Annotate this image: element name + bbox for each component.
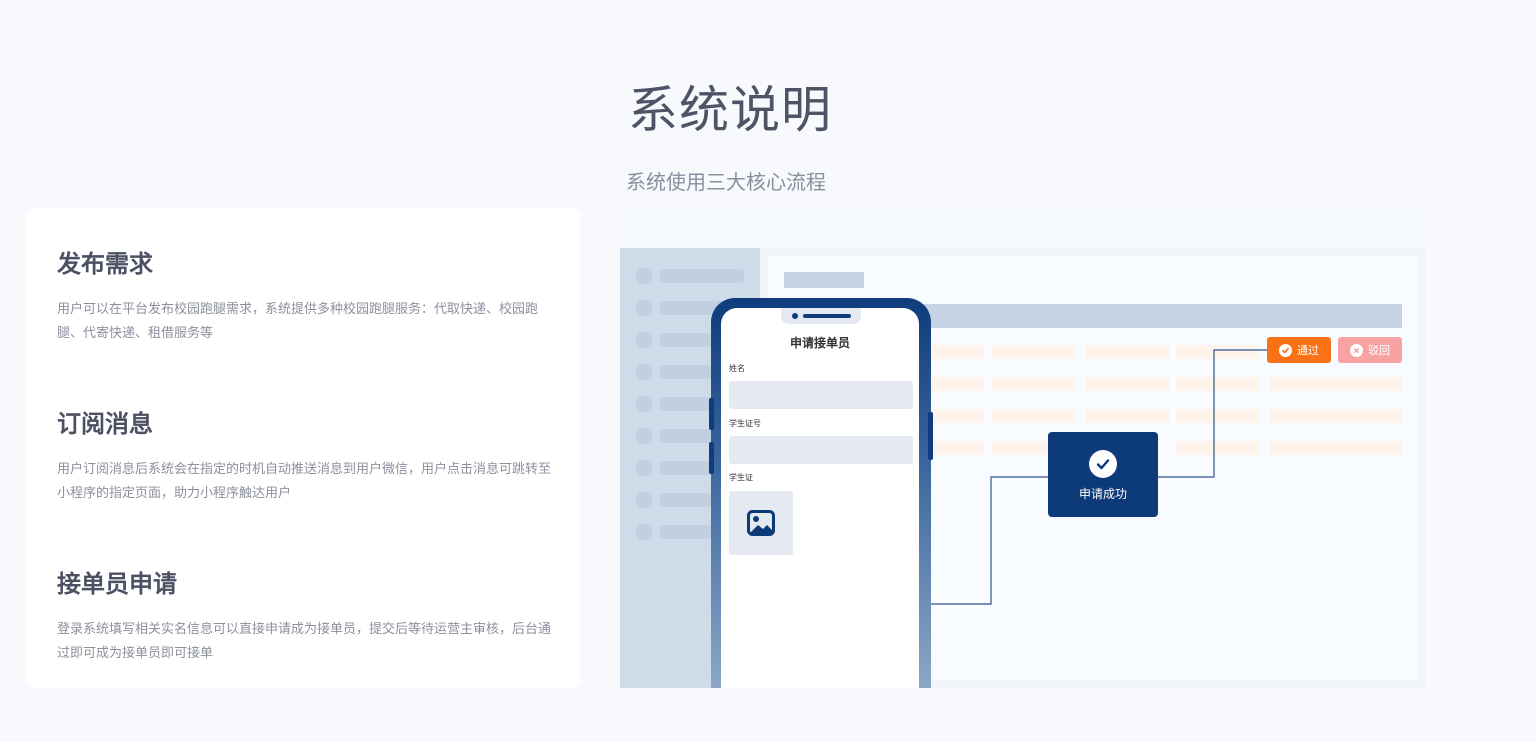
feature-description: 登录系统填写相关实名信息可以直接申请成为接单员，提交后等待运营主审核，后台通过即… [57, 621, 552, 660]
name-input[interactable] [729, 381, 913, 409]
reject-label: 驳回 [1368, 345, 1390, 357]
process-illustration: 通过 驳回 申请成功 申请接单员 姓名 学生证号 学生证 [620, 208, 1426, 688]
approve-label: 通过 [1297, 345, 1319, 357]
feature-title: 接单员申请 [57, 571, 177, 598]
page: 系统说明 系统使用三大核心流程 发布需求 用户可以在平台发布校园跑腿需求，系统提… [0, 0, 1536, 742]
phone-form-title: 申请接单员 [789, 336, 850, 350]
page-title: 系统说明 [628, 82, 832, 138]
feature-publish-demand: 发布需求 用户可以在平台发布校园跑腿需求，系统提供多种校园跑腿服务：代取快递、校… [57, 244, 557, 345]
student-id-input[interactable] [729, 436, 913, 464]
phone-notch [781, 308, 861, 324]
feature-description: 用户订阅消息后系统会在指定的时机自动推送消息到用户微信，用户点击消息可跳转至小程… [57, 461, 552, 500]
feature-description: 用户可以在平台发布校园跑腿需求，系统提供多种校园跑腿服务：代取快递、校园跑腿、代… [57, 301, 539, 340]
phone-side-button [928, 412, 933, 460]
close-icon [1350, 343, 1363, 357]
student-card-label: 学生证 [729, 473, 753, 482]
phone-screen: 申请接单员 姓名 学生证号 学生证 [721, 308, 919, 688]
phone-mockup: 申请接单员 姓名 学生证号 学生证 [709, 298, 933, 688]
feature-title: 订阅消息 [57, 411, 153, 438]
approve-button[interactable]: 通过 [1267, 337, 1331, 363]
page-subtitle: 系统使用三大核心流程 [626, 172, 826, 194]
check-circle-icon [1089, 450, 1117, 478]
feature-title: 发布需求 [57, 251, 153, 278]
feature-courier-application: 接单员申请 登录系统填写相关实名信息可以直接申请成为接单员，提交后等待运营主审核… [57, 564, 557, 665]
application-success-card: 申请成功 [1048, 432, 1158, 517]
image-icon [747, 510, 775, 536]
feature-subscribe-message: 订阅消息 用户订阅消息后系统会在指定的时机自动推送消息到用户微信，用户点击消息可… [57, 404, 557, 505]
phone-side-button [709, 398, 714, 430]
name-label: 姓名 [729, 364, 745, 373]
check-icon [1279, 343, 1292, 357]
phone-side-button [709, 442, 714, 474]
reject-button[interactable]: 驳回 [1338, 337, 1402, 363]
feature-card: 发布需求 用户可以在平台发布校园跑腿需求，系统提供多种校园跑腿服务：代取快递、校… [26, 208, 580, 688]
success-label: 申请成功 [1078, 487, 1127, 501]
student-id-label: 学生证号 [729, 419, 761, 428]
student-card-upload[interactable] [729, 491, 793, 555]
